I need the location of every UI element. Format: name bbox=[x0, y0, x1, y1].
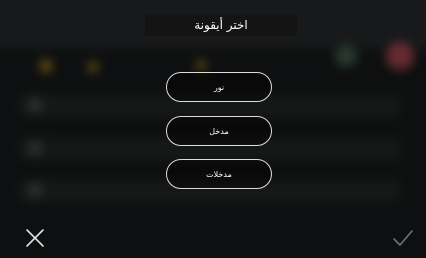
option-label: مدخلات bbox=[206, 169, 232, 179]
close-icon bbox=[26, 229, 44, 247]
option-label: مدخل bbox=[209, 126, 229, 136]
check-icon bbox=[393, 230, 413, 246]
dialog-title: اختر أيقونة bbox=[145, 14, 297, 36]
confirm-button[interactable] bbox=[392, 227, 414, 249]
close-button[interactable] bbox=[24, 227, 46, 249]
option-button-entrances[interactable]: مدخلات bbox=[166, 159, 272, 189]
option-button-light[interactable]: نور bbox=[166, 72, 272, 102]
icon-picker-screen: اختر أيقونة نور مدخل مدخلات bbox=[0, 0, 426, 258]
option-label: نور bbox=[213, 82, 225, 92]
option-button-entrance[interactable]: مدخل bbox=[166, 116, 272, 146]
